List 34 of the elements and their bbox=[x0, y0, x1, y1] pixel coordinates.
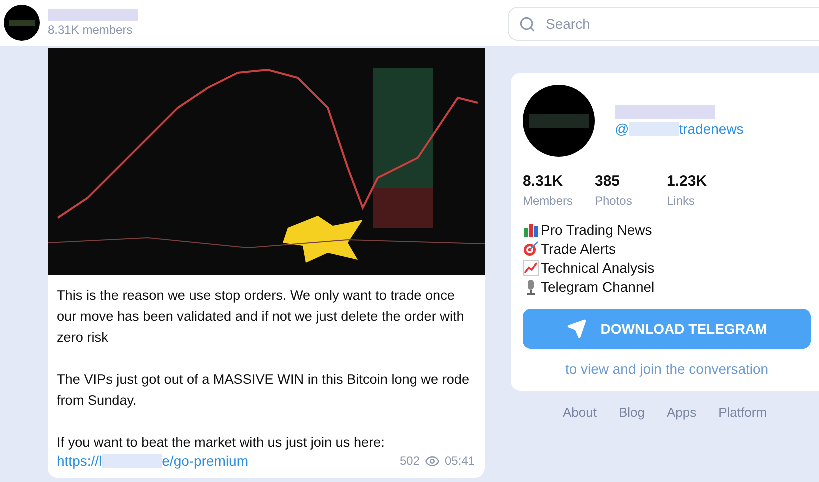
send-icon bbox=[566, 319, 587, 339]
message-time: 05:41 bbox=[444, 454, 475, 468]
message-text: This is the reason we use stop orders. We only want to trade once our move has been validated and if not we just delete the order with zero risk bbox=[57, 287, 466, 347]
target-icon bbox=[523, 241, 539, 257]
description-line: Telegram Channel bbox=[541, 279, 655, 295]
description-line: Technical Analysis bbox=[541, 260, 655, 276]
stat-value: 1.23K bbox=[667, 173, 708, 190]
premium-link[interactable]: https://l e/go-premium bbox=[57, 453, 249, 469]
loss-zone bbox=[373, 188, 433, 228]
stat-label: Links bbox=[667, 194, 696, 208]
message-text: The VIPs just got out of a MASSIVE WIN in this Bitcoin long we rode from Sunday. bbox=[57, 371, 471, 410]
footer-link[interactable]: Platform bbox=[718, 405, 768, 420]
channel-handle[interactable]: @ tradenews bbox=[615, 121, 744, 137]
description-line: Trade Alerts bbox=[541, 241, 616, 257]
channel-avatar bbox=[4, 5, 40, 41]
search-field[interactable]: Search bbox=[508, 7, 819, 41]
footer-link[interactable]: About bbox=[562, 405, 597, 420]
download-button[interactable]: DOWNLOAD TELEGRAM bbox=[523, 309, 811, 349]
stat-value: 8.31K bbox=[523, 173, 564, 190]
stat-label: Members bbox=[523, 194, 574, 208]
search-icon bbox=[519, 16, 536, 32]
eye-icon bbox=[424, 454, 440, 468]
stat-value: 385 bbox=[595, 173, 622, 190]
bar-chart-icon bbox=[523, 222, 539, 238]
view-count: 502 bbox=[400, 454, 420, 468]
join-hint: to view and join the conversation bbox=[564, 361, 770, 377]
trend-chart-icon bbox=[523, 260, 539, 276]
description-line: Pro Trading News bbox=[541, 222, 652, 238]
message-text: If you want to beat the market with us just join us here: bbox=[57, 434, 386, 452]
footer-link[interactable]: Apps bbox=[666, 405, 697, 420]
search-input[interactable]: Search bbox=[544, 15, 788, 33]
stat-label: Photos bbox=[595, 194, 634, 208]
member-count: 8.31K members bbox=[48, 23, 134, 37]
footer-link[interactable]: Blog bbox=[618, 405, 645, 420]
